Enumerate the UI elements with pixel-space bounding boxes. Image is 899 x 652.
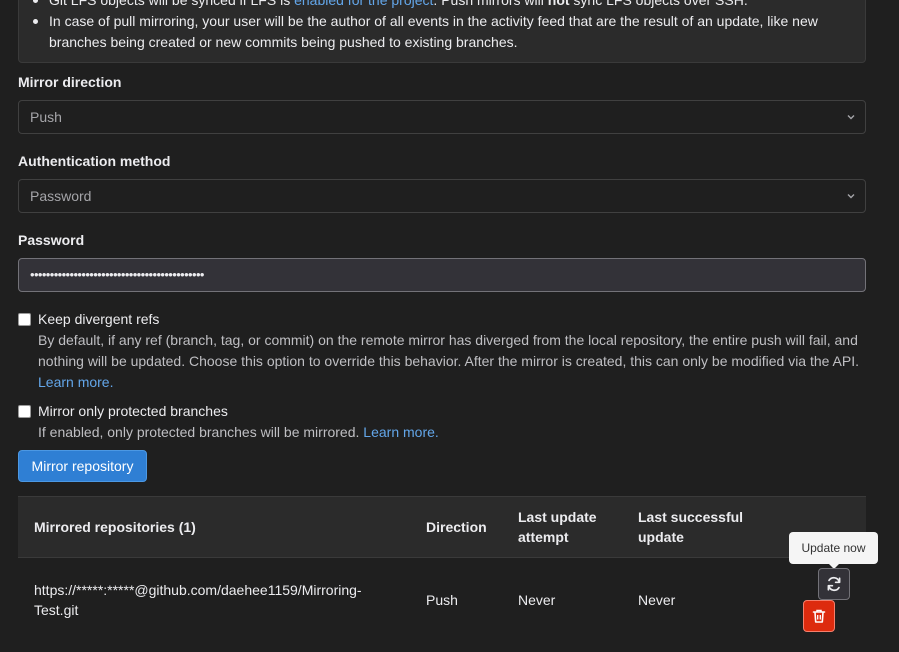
- keep-divergent-checkbox[interactable]: [18, 313, 31, 326]
- mirror-settings-page: Git LFS objects will be synced if LFS is…: [0, 0, 899, 652]
- row-direction: Push: [426, 592, 458, 608]
- update-now-tooltip: Update now: [789, 532, 878, 569]
- password-input[interactable]: ••••••••••••••••••••••••••••••••••••••••…: [18, 258, 866, 292]
- keep-divergent-learn-more[interactable]: Learn more.: [38, 374, 113, 390]
- chevron-down-icon: [847, 194, 855, 199]
- mirror-url: https://*****:*****@github.com/daehee115…: [34, 582, 362, 618]
- row-last-success: Never: [638, 592, 676, 608]
- mirrored-repos-table-header: Mirrored repositories (1) Direction Last…: [18, 496, 866, 558]
- keep-divergent-help: By default, if any ref (branch, tag, or …: [38, 332, 860, 390]
- protected-only-learn-more[interactable]: Learn more.: [363, 424, 438, 440]
- mirror-info-box: Git LFS objects will be synced if LFS is…: [18, 0, 866, 63]
- protected-only-help: If enabled, only protected branches will…: [38, 424, 439, 440]
- mirror-direction-label: Mirror direction: [18, 74, 122, 90]
- lfs-enabled-link[interactable]: enabled for the project: [294, 0, 433, 8]
- update-now-button[interactable]: [818, 568, 850, 600]
- th-repositories: Mirrored repositories (1): [34, 519, 196, 535]
- chevron-down-icon: [847, 115, 855, 120]
- auth-method-value: Password: [30, 188, 92, 204]
- pull-mirroring-note: In case of pull mirroring, your user wil…: [33, 11, 851, 53]
- trash-icon: [812, 609, 826, 623]
- protected-only-checkbox[interactable]: [18, 405, 31, 418]
- auth-method-label: Authentication method: [18, 153, 171, 169]
- th-last-update-attempt: Last update attempt: [518, 509, 597, 545]
- retry-icon: [827, 576, 841, 592]
- mirror-direction-value: Push: [30, 109, 62, 125]
- auth-method-select[interactable]: Password: [18, 179, 866, 213]
- mirror-direction-select[interactable]: Push: [18, 100, 866, 134]
- th-direction: Direction: [426, 519, 487, 535]
- keep-divergent-label[interactable]: Keep divergent refs: [38, 311, 159, 327]
- protected-only-label[interactable]: Mirror only protected branches: [38, 403, 228, 419]
- lfs-note: Git LFS objects will be synced if LFS is…: [33, 0, 851, 11]
- password-label: Password: [18, 232, 85, 248]
- remove-mirror-button[interactable]: [803, 600, 835, 632]
- mirror-repository-button[interactable]: Mirror repository: [18, 450, 147, 482]
- th-last-successful-update: Last successful update: [638, 509, 744, 545]
- row-last-attempt: Never: [518, 592, 556, 608]
